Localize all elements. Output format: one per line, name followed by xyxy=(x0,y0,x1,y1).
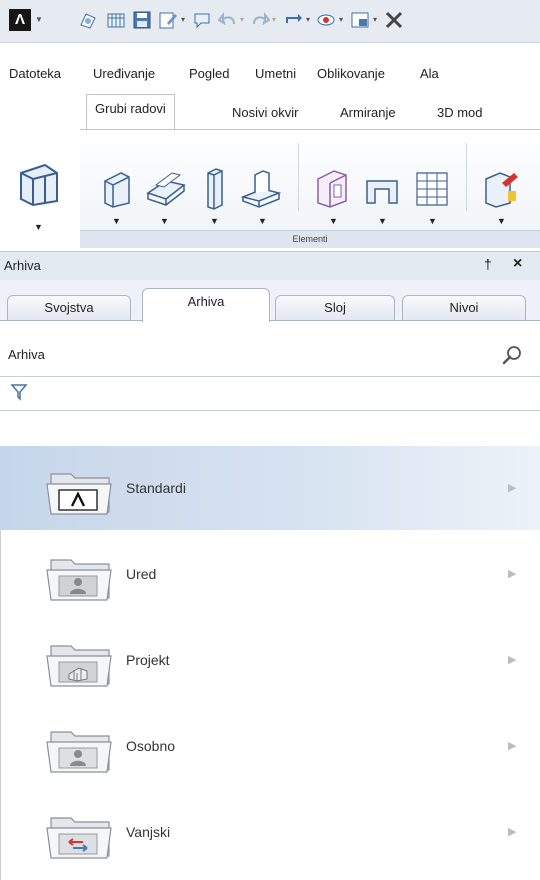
ribbon-tab-grubi-radovi[interactable]: Grubi radovi xyxy=(86,94,175,130)
tools-icon[interactable] xyxy=(384,10,404,30)
column-icon[interactable] xyxy=(204,167,226,211)
quick-access-toolbar: Λ ▼ ▾ ▾ ▾ ▾ ▾ ▾ xyxy=(0,0,540,43)
menu-pogled[interactable]: Pogled xyxy=(189,66,229,81)
app-logo-icon[interactable]: Λ xyxy=(9,9,31,31)
panel-title-bar: Arhiva † × xyxy=(0,251,540,281)
list-item-standardi[interactable]: Standardi ▶ xyxy=(0,446,540,530)
ribbon-separator xyxy=(298,143,299,211)
ribbon-tab-nosivi-okvir[interactable]: Nosivi okvir xyxy=(232,105,298,120)
ribbon-tabs: Grubi radovi Nosivi okvir Armiranje 3D m… xyxy=(0,89,540,131)
personal-folder-icon xyxy=(46,731,112,773)
slab-chevron-down-icon[interactable]: ▼ xyxy=(160,216,169,226)
window-elements-chevron-down-icon[interactable]: ▼ xyxy=(34,222,43,232)
redo-chevron-down-icon[interactable]: ▾ xyxy=(272,15,276,24)
close-icon[interactable]: × xyxy=(513,255,522,273)
filter-bar xyxy=(0,376,540,411)
layout-chevron-down-icon[interactable]: ▾ xyxy=(373,15,377,24)
paint-element-chevron-down-icon[interactable]: ▼ xyxy=(497,216,506,226)
list-item-label: Projekt xyxy=(126,652,170,668)
panel-tabs: Svojstva Arhiva Sloj Nivoi xyxy=(0,280,540,322)
wall-grid-chevron-down-icon[interactable]: ▼ xyxy=(428,216,437,226)
search-icon[interactable] xyxy=(501,344,523,366)
standard-folder-icon xyxy=(46,473,112,515)
office-folder-icon xyxy=(46,559,112,601)
menu-bar: Datoteka Uređivanje Pogled Umetni Obliko… xyxy=(0,57,540,89)
chevron-right-icon: ▶ xyxy=(508,654,517,666)
paint-element-icon[interactable] xyxy=(482,169,520,209)
menu-umetni[interactable]: Umetni xyxy=(255,66,296,81)
tab-nivoi[interactable]: Nivoi xyxy=(402,295,526,320)
ribbon: Grubi radovi Nosivi okvir Armiranje 3D m… xyxy=(0,89,540,248)
search-label: Arhiva xyxy=(8,347,45,362)
wall-chevron-down-icon[interactable]: ▼ xyxy=(112,216,121,226)
window-elements-icon[interactable] xyxy=(15,161,61,207)
slab-icon[interactable] xyxy=(146,171,186,207)
app-menu-chevron-down-icon[interactable]: ▼ xyxy=(35,15,43,24)
visibility-chevron-down-icon[interactable]: ▾ xyxy=(339,15,343,24)
layout-icon[interactable] xyxy=(350,10,370,30)
ribbon-tab-3d-model[interactable]: 3D mod xyxy=(437,105,483,120)
filter-icon[interactable] xyxy=(10,383,28,401)
chevron-right-icon: ▶ xyxy=(508,826,517,838)
repeat-chevron-down-icon[interactable]: ▾ xyxy=(306,15,310,24)
column-chevron-down-icon[interactable]: ▼ xyxy=(210,216,219,226)
list-item-ured[interactable]: Ured ▶ xyxy=(0,532,540,616)
comment-icon[interactable] xyxy=(192,10,212,30)
list-item-label: Ured xyxy=(126,566,157,582)
undo-icon[interactable] xyxy=(218,10,238,30)
list-item-label: Osobno xyxy=(126,738,176,754)
chevron-right-icon: ▶ xyxy=(508,568,517,580)
ribbon-separator-2 xyxy=(466,143,467,211)
pin-icon[interactable]: † xyxy=(484,256,492,272)
redo-icon[interactable] xyxy=(250,10,270,30)
menu-uredivanje[interactable]: Uređivanje xyxy=(93,66,155,81)
open-project-icon[interactable] xyxy=(78,10,98,30)
save-icon[interactable] xyxy=(132,10,152,30)
list-item-vanjski[interactable]: Vanjski ▶ xyxy=(0,790,540,874)
tab-arhiva[interactable]: Arhiva xyxy=(142,288,270,322)
repeat-icon[interactable] xyxy=(283,10,303,30)
chevron-right-icon: ▶ xyxy=(508,740,517,752)
list-item-projekt[interactable]: Projekt ▶ xyxy=(0,618,540,702)
panel-title: Arhiva xyxy=(4,258,41,273)
edit-document-icon[interactable] xyxy=(158,10,178,30)
list-item-label: Standardi xyxy=(126,480,186,496)
tab-svojstva[interactable]: Svojstva xyxy=(7,295,131,320)
list-item-osobno[interactable]: Osobno ▶ xyxy=(0,704,540,788)
edit-chevron-down-icon[interactable]: ▾ xyxy=(181,15,185,24)
tab-sloj[interactable]: Sloj xyxy=(275,295,395,320)
ribbon-group-label: Elementi xyxy=(80,230,540,248)
grid-view-icon[interactable] xyxy=(106,10,126,30)
chevron-right-icon: ▶ xyxy=(508,482,517,494)
foundation-chevron-down-icon[interactable]: ▼ xyxy=(258,216,267,226)
menu-datoteka[interactable]: Datoteka xyxy=(9,66,61,81)
archive-search-bar[interactable]: Arhiva xyxy=(0,334,540,377)
lintel-chevron-down-icon[interactable]: ▼ xyxy=(378,216,387,226)
wall-opening-chevron-down-icon[interactable]: ▼ xyxy=(329,216,338,226)
wall-icon[interactable] xyxy=(101,169,133,209)
list-item-label: Vanjski xyxy=(126,824,171,840)
foundation-icon[interactable] xyxy=(241,169,281,209)
menu-oblikovanje[interactable]: Oblikovanje xyxy=(317,66,385,81)
visibility-icon[interactable] xyxy=(316,10,336,30)
ribbon-tab-armiranje[interactable]: Armiranje xyxy=(340,105,396,120)
wall-opening-icon[interactable] xyxy=(314,169,350,209)
wall-grid-icon[interactable] xyxy=(415,171,449,207)
undo-chevron-down-icon[interactable]: ▾ xyxy=(240,15,244,24)
project-folder-icon xyxy=(46,645,112,687)
external-folder-icon xyxy=(46,817,112,859)
lintel-icon[interactable] xyxy=(365,179,399,205)
menu-alati[interactable]: Ala xyxy=(420,66,439,81)
